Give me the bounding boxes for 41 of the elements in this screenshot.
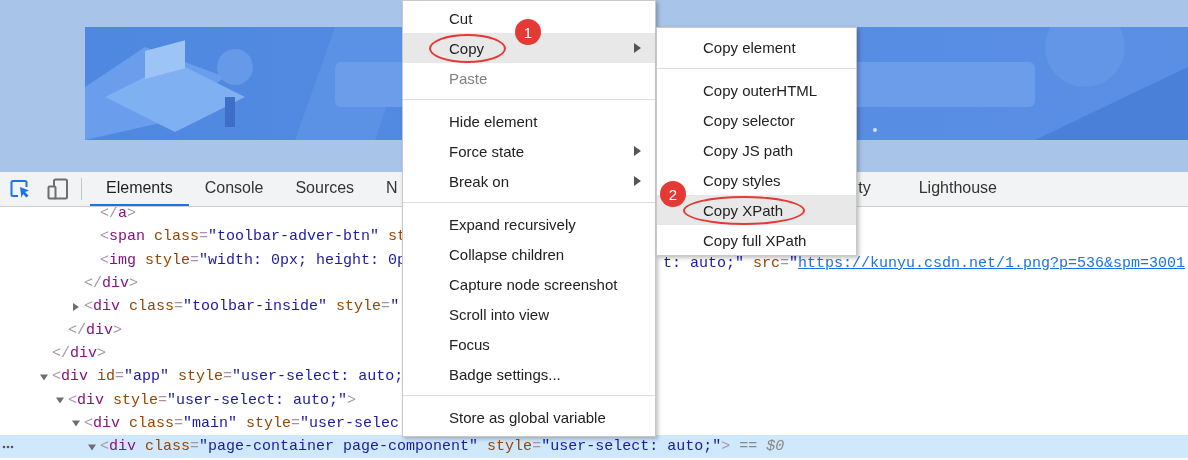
link[interactable]: https://kunyu.csdn.net/1.png?p=536&spm=3001	[798, 254, 1186, 272]
expanded-triangle-icon[interactable]	[72, 419, 80, 428]
code-line[interactable]: <div class="main" style="user-selec	[84, 414, 400, 432]
devtools-tab[interactable]: ty	[858, 172, 903, 206]
inspect-icon[interactable]	[10, 179, 32, 199]
menu-item[interactable]: Force state	[403, 136, 655, 166]
menu-item[interactable]: Hide element	[403, 106, 655, 136]
code-fragment: t: auto;" src="	[663, 254, 799, 272]
menu-item[interactable]: Copy outerHTML	[657, 75, 856, 105]
menu-item[interactable]: Collapse children	[403, 239, 655, 269]
code-line[interactable]: <div class="toolbar-inside" style="	[84, 298, 400, 316]
menu-item[interactable]: Expand recursively	[403, 209, 655, 239]
menu-item[interactable]: Copy full XPath	[657, 225, 856, 255]
expanded-triangle-icon[interactable]	[40, 372, 48, 381]
devtools-tab[interactable]: Console	[188, 172, 280, 206]
menu-item[interactable]: Focus	[403, 329, 655, 359]
devtools-tab[interactable]: N	[370, 172, 398, 206]
devtools-tab[interactable]: Elements	[90, 172, 189, 206]
menu-item[interactable]: Badge settings...	[403, 359, 655, 389]
expanded-triangle-icon[interactable]	[88, 442, 96, 451]
menu-item[interactable]: Break on	[403, 166, 655, 196]
menu-item[interactable]: Capture node screenshot	[403, 269, 655, 299]
code-line[interactable]: </div>	[68, 321, 123, 339]
menu-item[interactable]: Copy selector	[657, 105, 856, 135]
device-icon[interactable]	[47, 178, 69, 200]
menu-item[interactable]: Copy JS path	[657, 135, 856, 165]
more-icon[interactable]	[2, 444, 14, 449]
code-line[interactable]: </div>	[84, 275, 139, 293]
devtools-tab[interactable]: Sources	[279, 172, 371, 206]
code-line[interactable]: </a>	[100, 207, 137, 223]
expanded-triangle-icon[interactable]	[56, 396, 64, 404]
code-line[interactable]: <div style="user-select: auto;">	[68, 391, 357, 409]
code-line[interactable]: <div id="app" style="user-select: auto;	[52, 368, 404, 386]
code-line[interactable]: </div>	[52, 344, 107, 362]
collapsed-triangle-icon[interactable]	[72, 302, 80, 311]
devtools-tab[interactable]: Lighthouse	[902, 172, 1013, 206]
menu-item[interactable]: Copy element	[657, 32, 856, 62]
number-badge: 1	[515, 19, 541, 45]
menu-item[interactable]: Store as global variable	[403, 402, 655, 432]
number-badge: 2	[660, 181, 686, 207]
menu-item[interactable]: Scroll into view	[403, 299, 655, 329]
